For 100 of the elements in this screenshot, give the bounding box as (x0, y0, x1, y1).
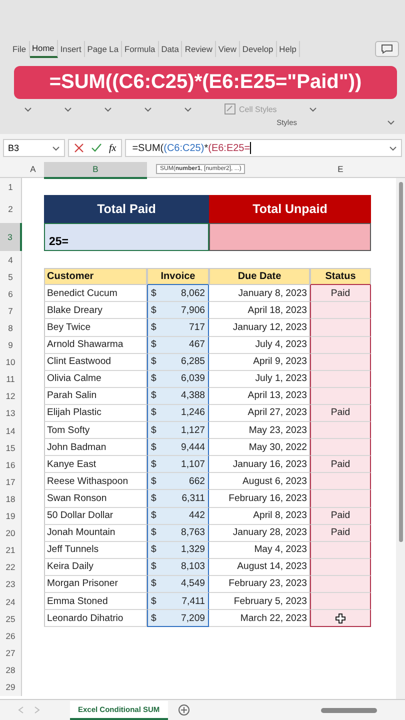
row-header[interactable]: 28 (0, 661, 22, 678)
column-header[interactable]: B (44, 162, 147, 179)
row-header[interactable]: 3 (0, 223, 22, 252)
amount: 6,039 (180, 373, 205, 384)
total-paid-header: Total Paid (44, 195, 209, 224)
row-header[interactable]: 8 (0, 319, 22, 337)
ribbon-tab[interactable]: Review (182, 41, 216, 57)
row-header[interactable]: 22 (0, 558, 22, 576)
ribbon-tab[interactable]: Page La (84, 41, 122, 57)
ribbon-tab[interactable]: Help (276, 41, 300, 57)
total-unpaid-header: Total Unpaid (209, 195, 371, 224)
amount: 717 (188, 322, 205, 334)
currency-symbol: $ (151, 390, 156, 402)
row-header[interactable]: 21 (0, 542, 22, 559)
row-header[interactable]: 29 (0, 678, 22, 696)
insert-function-button[interactable]: fx (109, 142, 116, 154)
row-header[interactable]: 17 (0, 473, 22, 490)
status-cell (310, 388, 371, 405)
row-header[interactable]: 20 (0, 524, 22, 542)
caret-icon[interactable] (64, 106, 72, 112)
currency-symbol: $ (151, 527, 156, 538)
caret-icon[interactable] (104, 106, 112, 112)
column-header[interactable]: A (22, 162, 44, 179)
status-cell (310, 370, 371, 388)
row-header[interactable]: 23 (0, 576, 22, 593)
row-header[interactable]: 25 (0, 610, 22, 628)
expand-icon[interactable] (387, 120, 395, 125)
ribbon-tab[interactable]: Develop (240, 41, 277, 57)
column-heading: Status (310, 268, 371, 286)
status-cell (310, 336, 371, 354)
check-icon[interactable] (91, 143, 102, 153)
row-header[interactable]: 12 (0, 388, 22, 405)
row-header[interactable]: 19 (0, 508, 22, 525)
vertical-scrollbar[interactable] (396, 178, 405, 699)
amount: 8,103 (180, 561, 205, 572)
currency-symbol: $ (151, 356, 156, 368)
amount: 6,311 (182, 492, 205, 504)
amount: 8,763 (180, 527, 205, 538)
ribbon-tab[interactable]: Data (158, 41, 182, 57)
cell-styles-icon (224, 103, 236, 115)
currency-symbol: $ (151, 322, 156, 334)
caret-icon (52, 146, 60, 150)
row-header[interactable]: 5 (0, 268, 22, 286)
currency-symbol: $ (151, 458, 156, 470)
amount: 467 (188, 339, 205, 350)
currency-symbol: $ (151, 561, 156, 572)
total-unpaid-cell[interactable] (209, 223, 371, 252)
column-heading: Due Date (209, 268, 310, 286)
status-cell: Paid (310, 404, 371, 422)
currency-symbol: $ (151, 476, 156, 487)
add-sheet-icon[interactable] (178, 704, 190, 716)
amount: 8,062 (180, 288, 205, 299)
row-header[interactable]: 2 (0, 195, 22, 224)
status-cell: Paid (310, 524, 371, 542)
caret-icon[interactable] (308, 106, 317, 112)
row-header[interactable]: 16 (0, 456, 22, 474)
row-header[interactable]: 7 (0, 302, 22, 320)
row-header[interactable]: 1 (0, 178, 22, 196)
ribbon-tab[interactable]: File (10, 41, 30, 57)
comment-icon (381, 44, 393, 54)
status-cell (310, 319, 371, 337)
caret-icon[interactable] (24, 106, 32, 112)
row-header[interactable]: 4 (0, 251, 22, 268)
row-header[interactable]: 13 (0, 404, 22, 422)
row-header[interactable]: 11 (0, 370, 22, 388)
row-header[interactable]: 10 (0, 354, 22, 371)
ribbon-tab[interactable]: Home (30, 40, 58, 58)
cancel-icon[interactable] (74, 143, 84, 153)
comments-button[interactable] (375, 41, 399, 57)
row-header[interactable]: 27 (0, 644, 22, 662)
amount: 6,285 (180, 356, 205, 368)
status-cell (310, 354, 371, 371)
row-header[interactable]: 24 (0, 592, 22, 610)
total-paid-cell[interactable]: 25= (44, 223, 209, 252)
amount: 442 (188, 510, 205, 522)
row-header[interactable]: 15 (0, 439, 22, 456)
currency-symbol: $ (151, 544, 156, 556)
currency-symbol: $ (151, 288, 156, 299)
ribbon-tab[interactable]: Insert (58, 41, 85, 57)
amount: 4,388 (180, 390, 205, 402)
caret-icon[interactable] (144, 106, 152, 112)
caret-icon[interactable] (184, 106, 192, 112)
row-header[interactable]: 26 (0, 627, 22, 644)
ribbon-tab[interactable]: View (216, 41, 240, 57)
row-header[interactable]: 9 (0, 336, 22, 354)
ribbon-tab[interactable]: Formula (122, 41, 159, 57)
amount: 7,411 (182, 596, 205, 607)
row-header[interactable]: 14 (0, 422, 22, 440)
name-box[interactable]: B3 (3, 139, 65, 157)
status-cell: Paid (310, 285, 371, 302)
row-header[interactable]: 6 (0, 285, 22, 302)
column-header[interactable]: E (310, 162, 371, 179)
amount: 7,906 (180, 304, 205, 316)
currency-symbol: $ (151, 339, 156, 350)
row-header[interactable]: 18 (0, 490, 22, 508)
amount: 1,107 (180, 458, 205, 470)
currency-symbol: $ (151, 304, 156, 316)
column-heading: Customer (44, 268, 147, 286)
status-cell (310, 576, 371, 593)
formula-field[interactable]: =SUM((C6:C25)*(E6:E25= (125, 139, 402, 157)
